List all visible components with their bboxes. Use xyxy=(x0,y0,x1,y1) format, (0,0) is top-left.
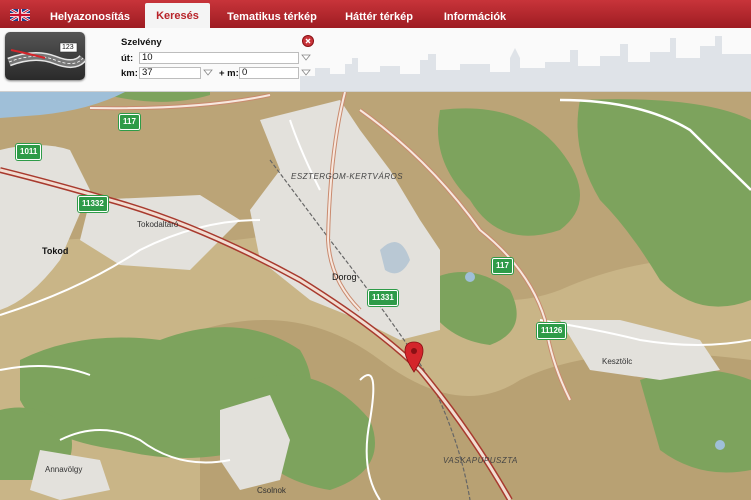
place-label: Annavölgy xyxy=(45,465,83,474)
road-shield: 11332 xyxy=(78,196,108,212)
search-panel: 123 Szelvény út: km: + m: xyxy=(0,28,751,92)
ut-dropdown-icon[interactable] xyxy=(301,54,311,62)
m-dropdown-icon[interactable] xyxy=(301,69,311,77)
place-label: VASKAPUPUSZTA xyxy=(443,456,518,465)
tab-informaciok[interactable]: Információk xyxy=(433,7,517,28)
tab-tematikus-terkep[interactable]: Tematikus térkép xyxy=(216,7,328,28)
close-icon[interactable] xyxy=(302,35,314,47)
road-shield: 117 xyxy=(119,114,140,130)
road-shield: 117 xyxy=(492,258,513,274)
place-label: Tokodaltáró xyxy=(137,220,179,229)
tab-helyazonositas[interactable]: Helyazonosítás xyxy=(40,7,140,28)
place-label: Tokod xyxy=(42,246,69,256)
place-label: Kesztölc xyxy=(602,357,633,366)
tab-kereses[interactable]: Keresés xyxy=(145,3,210,28)
uk-flag-icon[interactable] xyxy=(10,9,30,21)
place-label: Csolnok xyxy=(257,486,286,495)
km-label: km: xyxy=(121,68,138,79)
road-shield: 1011 xyxy=(16,144,42,160)
skyline-decoration xyxy=(300,36,751,91)
tab-hatter-terkep[interactable]: Háttér térkép xyxy=(333,7,425,28)
m-label: + m: xyxy=(219,68,239,79)
m-input[interactable] xyxy=(239,67,299,79)
ut-label: út: xyxy=(121,53,134,64)
place-label: ESZTERGOM-KERTVÁROS xyxy=(291,172,404,181)
search-title: Szelvény xyxy=(121,37,162,48)
km-input[interactable] xyxy=(139,67,201,79)
thumbnail-badge: 123 xyxy=(62,44,74,51)
road-shield: 11126 xyxy=(537,323,567,339)
road-shield: 11331 xyxy=(368,290,398,306)
road-thumbnail: 123 xyxy=(5,32,87,80)
km-dropdown-icon[interactable] xyxy=(203,69,213,77)
map-view[interactable]: 117 1011 11332 117 11331 11126 Tokod Tok… xyxy=(0,92,751,500)
top-nav-bar: Helyazonosítás Keresés Tematikus térkép … xyxy=(0,0,751,28)
ut-input[interactable] xyxy=(139,52,299,64)
place-label: Dorog xyxy=(332,272,357,282)
